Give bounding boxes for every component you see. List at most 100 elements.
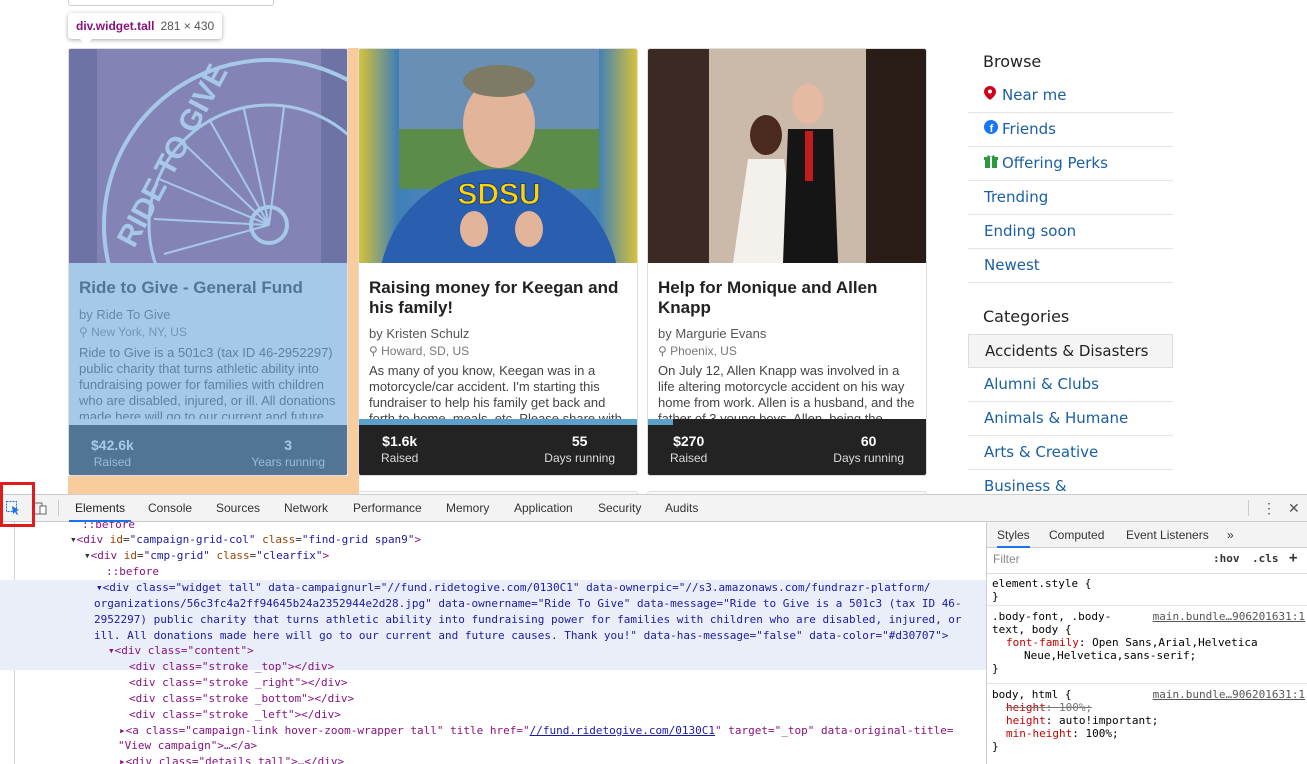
source-link[interactable]: main.bundle…906201631:1 xyxy=(1153,688,1305,701)
svg-text:f: f xyxy=(990,123,994,134)
map-marker-icon: ⚲ xyxy=(79,325,92,339)
node-campaign-grid-col[interactable]: ▾<div id="campaign-grid-col" class="find… xyxy=(70,532,421,548)
class-toggle[interactable]: .cls xyxy=(1252,552,1279,565)
campaign-owner: by Kristen Schulz xyxy=(369,326,470,341)
tab-performance[interactable]: Performance xyxy=(347,495,428,522)
inspect-element-highlight xyxy=(0,482,35,527)
tab-audits[interactable]: Audits xyxy=(659,495,704,522)
tab-console[interactable]: Console xyxy=(142,495,198,522)
tab-memory[interactable]: Memory xyxy=(440,495,495,522)
sidebar-item-ending-soon[interactable]: Ending soon xyxy=(968,215,1173,249)
margin-highlight-bottom xyxy=(68,476,359,494)
styles-filter-input[interactable]: Filter xyxy=(993,552,1020,566)
more-options-icon[interactable]: ⋮ xyxy=(1262,495,1276,522)
device-toolbar-icon[interactable] xyxy=(33,501,47,515)
tab-event-listeners[interactable]: Event Listeners xyxy=(1126,522,1209,548)
node-details-tall[interactable]: ▸<div class="details tall">…</div> xyxy=(119,754,344,764)
node-widget-tall-attrs[interactable]: 2952297) public charity that turns athle… xyxy=(94,612,962,628)
sidebar-item-friends[interactable]: f Friends xyxy=(968,113,1173,147)
tab-application[interactable]: Application xyxy=(508,495,579,522)
campaign-logo-image[interactable]: RIDE TO GIVE xyxy=(69,49,347,263)
campaign-title[interactable]: Ride to Give - General Fund xyxy=(79,278,339,298)
tab-elements[interactable]: Elements xyxy=(69,495,132,522)
keegan-photo: SDSU xyxy=(381,49,617,263)
sidebar-item-trending[interactable]: Trending xyxy=(968,181,1173,215)
node-campaign-link-attrs[interactable]: "View campaign">…</a> xyxy=(118,738,257,754)
campaign-stats: $42.6k Raised 3 Years running xyxy=(69,425,347,475)
styles-pane: Styles Computed Event Listeners » Filter… xyxy=(986,522,1307,764)
node-stroke-right[interactable]: <div class="stroke _right"></div> xyxy=(129,675,348,691)
sidebar-item-offering-perks[interactable]: Offering Perks xyxy=(968,147,1173,181)
close-devtools-icon[interactable]: ✕ xyxy=(1288,495,1300,522)
sidebar-item-arts-creative[interactable]: Arts & Creative xyxy=(968,436,1173,470)
sidebar-item-business[interactable]: Business & xyxy=(968,470,1173,494)
element-style-rule[interactable]: element.style { } xyxy=(987,574,1307,606)
node-widget-tall-attrs[interactable]: ill. All donations made here will go to … xyxy=(94,628,948,644)
node-content[interactable]: ▾<div class="content"> xyxy=(108,643,254,659)
new-rule-icon[interactable]: + xyxy=(1289,550,1297,566)
tab-sources[interactable]: Sources xyxy=(210,495,266,522)
campaign-card[interactable]: Help for Monique and Allen Knapp by Marg… xyxy=(647,48,927,476)
campaign-description: Ride to Give is a 501c3 (tax ID 46-29522… xyxy=(79,345,336,419)
node-campaign-link[interactable]: ▸<a class="campaign-link hover-zoom-wrap… xyxy=(119,723,953,739)
body-html-rule[interactable]: body, html { main.bundle…906201631:1 hei… xyxy=(987,685,1307,764)
node-stroke-top[interactable]: <div class="stroke _top"></div> xyxy=(129,659,334,675)
tab-computed[interactable]: Computed xyxy=(1049,522,1104,548)
campaign-description: On July 12, Allen Knapp was involved in … xyxy=(658,363,915,421)
monique-allen-photo xyxy=(710,49,866,263)
campaign-location: ⚲ New York, NY, US xyxy=(79,325,187,339)
styles-filter-row: Filter :hov .cls + xyxy=(987,548,1307,574)
campaign-title[interactable]: Help for Monique and Allen Knapp xyxy=(658,278,918,318)
node-widget-tall-attrs[interactable]: organizations/56c3fc4a2ff94645b24a235294… xyxy=(94,596,962,612)
running-stat: 55 Days running xyxy=(544,433,615,465)
sidebar-item-animals-humane[interactable]: Animals & Humane xyxy=(968,402,1173,436)
node-stroke-left[interactable]: <div class="stroke _left"></div> xyxy=(129,707,341,723)
node-stroke-bottom[interactable]: <div class="stroke _bottom"></div> xyxy=(129,691,354,707)
map-marker-icon xyxy=(984,79,998,112)
raised-stat: $42.6k Raised xyxy=(91,437,134,469)
styles-tabs: Styles Computed Event Listeners » xyxy=(987,522,1307,548)
tab-styles[interactable]: Styles xyxy=(997,522,1030,548)
campaign-owner: by Ride To Give xyxy=(79,307,171,322)
tab-security[interactable]: Security xyxy=(592,495,647,522)
campaign-title[interactable]: Raising money for Keegan and his family! xyxy=(369,278,629,318)
categories-heading: Categories xyxy=(983,307,1070,326)
facebook-icon: f xyxy=(984,113,998,146)
campaign-photo[interactable]: SDSU xyxy=(359,49,637,263)
devtools-panel: Elements Console Sources Network Perform… xyxy=(0,482,1307,764)
map-marker-icon: ⚲ xyxy=(369,344,382,358)
campaign-card[interactable]: SDSU Raising money for Keegan and his fa… xyxy=(358,48,638,476)
more-tabs-icon[interactable]: » xyxy=(1227,522,1234,548)
search-input[interactable] xyxy=(68,0,274,6)
campaign-description: As many of you know, Keegan was in a mot… xyxy=(369,363,622,421)
node-widget-tall[interactable]: ▾<div class="widget tall" data-campaignu… xyxy=(96,580,930,596)
campaign-stats: $1.6k Raised 55 Days running xyxy=(359,419,637,475)
raised-stat: $1.6k Raised xyxy=(381,433,419,465)
gift-icon xyxy=(984,147,998,180)
body-font-rule[interactable]: .body-font, .body- text, body { main.bun… xyxy=(987,607,1307,684)
campaign-owner: by Margurie Evans xyxy=(658,326,767,341)
campaign-location: ⚲ Phoenix, US xyxy=(658,344,737,358)
hover-state-toggle[interactable]: :hov xyxy=(1213,552,1240,565)
inspect-tooltip: div.widget.tall 281 × 430 xyxy=(68,13,223,45)
map-marker-icon: ⚲ xyxy=(658,344,671,358)
tab-network[interactable]: Network xyxy=(278,495,334,522)
node-cmp-grid[interactable]: ▾<div id="cmp-grid" class="clearfix"> xyxy=(84,548,329,564)
sidebar-item-near-me[interactable]: Near me xyxy=(968,79,1173,113)
campaign-card[interactable]: RIDE TO GIVE Ride to Give - General Fund… xyxy=(68,48,348,476)
elements-tree: ::before ▾<div id="campaign-grid-col" cl… xyxy=(0,522,986,764)
running-stat: 60 Days running xyxy=(833,433,904,465)
running-stat: 3 Years running xyxy=(251,437,325,469)
progress-bar xyxy=(648,419,674,425)
sidebar-item-newest[interactable]: Newest xyxy=(968,249,1173,283)
campaign-photo[interactable] xyxy=(648,49,926,263)
campaign-stats: $270 Raised 60 Days running xyxy=(648,419,926,475)
sidebar-item-accidents-disasters[interactable]: Accidents & Disasters xyxy=(968,334,1173,368)
browse-heading: Browse xyxy=(983,52,1042,71)
ride-to-give-logo: RIDE TO GIVE xyxy=(69,49,347,263)
progress-bar xyxy=(359,419,637,425)
source-link[interactable]: main.bundle…906201631:1 xyxy=(1153,610,1305,623)
pseudo-before[interactable]: ::before xyxy=(106,564,159,580)
campaign-location: ⚲ Howard, SD, US xyxy=(369,344,470,358)
sidebar-item-alumni-clubs[interactable]: Alumni & Clubs xyxy=(968,368,1173,402)
